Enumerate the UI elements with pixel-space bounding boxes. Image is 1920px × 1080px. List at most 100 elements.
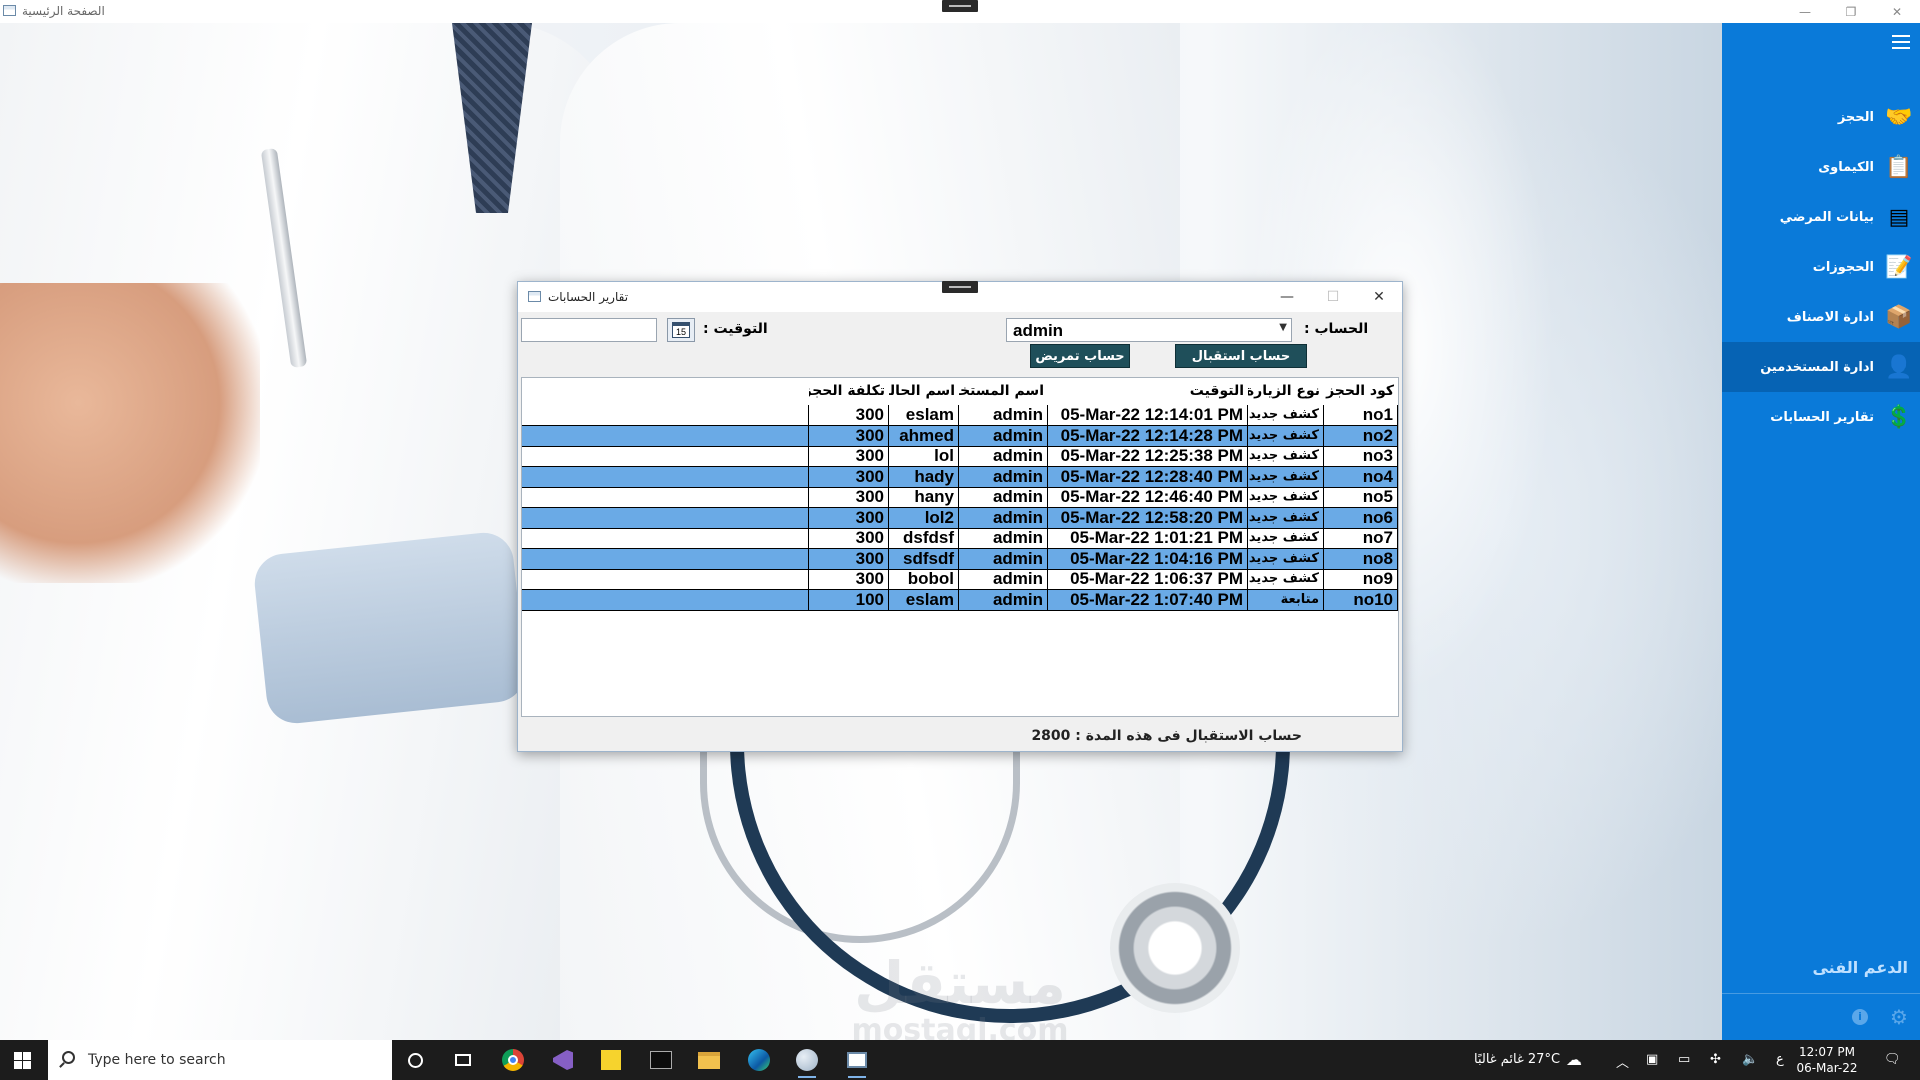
column-header-user[interactable]: اسم المستخدم (959, 378, 1048, 405)
cell-user[interactable]: admin (959, 405, 1048, 426)
cell-code[interactable]: no1 (1324, 405, 1398, 426)
cortana-icon[interactable] (402, 1048, 428, 1072)
cell-code[interactable]: no2 (1324, 425, 1398, 447)
cell-visit-type[interactable]: كشف جديد (1248, 569, 1324, 590)
cell-cost[interactable]: 300 (809, 446, 889, 467)
dialog-close-button[interactable]: ✕ (1356, 282, 1402, 312)
cell-user[interactable]: admin (959, 466, 1048, 488)
calendar-button[interactable]: 15 (667, 318, 695, 342)
table-row[interactable]: no1 كشف جديد 05-Mar-22 12:14:01 PM admin esl… (522, 405, 1398, 426)
network-icon[interactable]: ✣ (1710, 1052, 1721, 1067)
sidebar-item-6[interactable]: تقارير الحسابات 💲 (1722, 392, 1920, 442)
hamburger-menu-icon[interactable] (1892, 35, 1910, 49)
cell-time[interactable]: 05-Mar-22 12:14:28 PM (1048, 425, 1248, 447)
cell-user[interactable]: admin (959, 446, 1048, 467)
column-header-patient[interactable]: اسم الحالة (889, 378, 959, 405)
account-select[interactable]: admin ▼ (1006, 318, 1292, 342)
chrome-icon[interactable] (500, 1048, 526, 1072)
cell-patient[interactable]: dsfdsf (889, 528, 959, 549)
cell-visit-type[interactable]: كشف جديد (1248, 548, 1324, 570)
cell-visit-type[interactable]: كشف جديد (1248, 425, 1324, 447)
cell-code[interactable]: no10 (1324, 589, 1398, 611)
dialog-minimize-button[interactable]: — (1264, 282, 1310, 312)
sidebar-item-4[interactable]: ادارة الاصناف 📦 (1722, 292, 1920, 342)
table-row[interactable]: no5 كشف جديد 05-Mar-22 12:46:40 PM admin han… (522, 487, 1398, 508)
cell-patient[interactable]: ahmed (889, 425, 959, 447)
cell-user[interactable]: admin (959, 548, 1048, 570)
cell-user[interactable]: admin (959, 425, 1048, 447)
cell-code[interactable]: no6 (1324, 507, 1398, 529)
cell-cost[interactable]: 300 (809, 466, 889, 488)
cell-visit-type[interactable]: كشف جديد (1248, 466, 1324, 488)
table-row[interactable]: no8 كشف جديد 05-Mar-22 1:04:16 PM admin sdfs… (522, 548, 1398, 570)
cell-patient[interactable]: bobol (889, 569, 959, 590)
table-row[interactable]: no7 كشف جديد 05-Mar-22 1:01:21 PM admin dsfd… (522, 528, 1398, 549)
reception-account-button[interactable]: حساب استقبال (1175, 344, 1307, 368)
dialog-maximize-button[interactable]: ☐ (1310, 282, 1356, 312)
cell-code[interactable]: no3 (1324, 446, 1398, 467)
cell-time[interactable]: 05-Mar-22 1:06:37 PM (1048, 569, 1248, 590)
sidebar-item-1[interactable]: الكيماوى 📋 (1722, 142, 1920, 192)
cell-cost[interactable]: 100 (809, 589, 889, 611)
cell-time[interactable]: 05-Mar-22 12:25:38 PM (1048, 446, 1248, 467)
visual-studio-icon[interactable] (550, 1048, 576, 1072)
support-link[interactable]: الدعم الفنى (1812, 958, 1908, 977)
cell-time[interactable]: 05-Mar-22 1:04:16 PM (1048, 548, 1248, 570)
restore-button[interactable]: ❐ (1828, 0, 1874, 23)
cell-cost[interactable]: 300 (809, 487, 889, 508)
cell-visit-type[interactable]: متابعة (1248, 589, 1324, 611)
sidebar-item-3[interactable]: الحجوزات 📝 (1722, 242, 1920, 292)
cell-visit-type[interactable]: كشف جديد (1248, 405, 1324, 426)
clinic-app-icon[interactable] (844, 1048, 870, 1078)
terminal-icon[interactable] (648, 1048, 674, 1072)
date-input[interactable] (521, 318, 657, 342)
column-header-time[interactable]: التوقيت (1048, 378, 1248, 405)
close-button[interactable]: ✕ (1874, 0, 1920, 23)
table-row[interactable]: no2 كشف جديد 05-Mar-22 12:14:28 PM admin ahm… (522, 425, 1398, 447)
notifications-icon[interactable]: 🗨 (1884, 1052, 1901, 1067)
weather-widget[interactable]: ☁ 27°C غائم غالبًا (1474, 1050, 1582, 1069)
cell-cost[interactable]: 300 (809, 548, 889, 570)
cell-user[interactable]: admin (959, 528, 1048, 549)
cell-patient[interactable]: eslam (889, 405, 959, 426)
column-header-visit-type[interactable]: نوع الزيارة (1248, 378, 1324, 405)
sidebar-item-0[interactable]: الحجز 🤝 (1722, 92, 1920, 142)
gear-icon[interactable]: ⚙ (1890, 1005, 1908, 1029)
cell-code[interactable]: no9 (1324, 569, 1398, 590)
sidebar-item-5[interactable]: ادارة المستخدمين 👤 (1722, 342, 1920, 392)
cell-time[interactable]: 05-Mar-22 12:14:01 PM (1048, 405, 1248, 426)
volume-icon[interactable]: 🔈 (1742, 1052, 1758, 1067)
sticky-notes-icon[interactable] (598, 1048, 624, 1072)
minimize-button[interactable]: — (1782, 0, 1828, 23)
system-clock[interactable]: 12:07 PM 06-Mar-22 (1796, 1044, 1858, 1076)
battery-icon[interactable]: ▭ (1678, 1052, 1690, 1067)
cell-code[interactable]: no7 (1324, 528, 1398, 549)
table-row[interactable]: no4 كشف جديد 05-Mar-22 12:28:40 PM admin had… (522, 466, 1398, 488)
cell-visit-type[interactable]: كشف جديد (1248, 446, 1324, 467)
chevron-down-icon[interactable]: ▼ (1279, 322, 1287, 333)
cell-code[interactable]: no8 (1324, 548, 1398, 570)
table-row[interactable]: no3 كشف جديد 05-Mar-22 12:25:38 PM admin lol… (522, 446, 1398, 467)
cell-visit-type[interactable]: كشف جديد (1248, 528, 1324, 549)
cell-code[interactable]: no5 (1324, 487, 1398, 508)
dialog-drag-handle[interactable] (942, 281, 978, 293)
table-row[interactable]: no10 متابعة 05-Mar-22 1:07:40 PM admin eslam… (522, 589, 1398, 611)
windows-start-icon[interactable] (14, 1052, 31, 1069)
cell-time[interactable]: 05-Mar-22 1:07:40 PM (1048, 589, 1248, 611)
cell-patient[interactable]: sdfsdf (889, 548, 959, 570)
info-icon[interactable]: i (1852, 1009, 1868, 1025)
column-header-code[interactable]: كود الحجز (1324, 378, 1398, 405)
cell-time[interactable]: 05-Mar-22 12:28:40 PM (1048, 466, 1248, 488)
meet-now-icon[interactable]: ▣ (1646, 1052, 1658, 1067)
taskbar-search[interactable]: Type here to search (48, 1040, 392, 1080)
edge-icon[interactable] (746, 1048, 772, 1072)
paint-app-icon[interactable] (794, 1048, 820, 1078)
cell-patient[interactable]: lol2 (889, 507, 959, 529)
cell-patient[interactable]: lol (889, 446, 959, 467)
table-row[interactable]: no6 كشف جديد 05-Mar-22 12:58:20 PM admin lol… (522, 507, 1398, 529)
main-drag-handle[interactable] (942, 0, 978, 12)
cell-code[interactable]: no4 (1324, 466, 1398, 488)
cell-time[interactable]: 05-Mar-22 12:58:20 PM (1048, 507, 1248, 529)
column-header-cost[interactable]: تكلفة الحجز (809, 378, 889, 405)
table-row[interactable]: no9 كشف جديد 05-Mar-22 1:06:37 PM admin bobo… (522, 569, 1398, 590)
